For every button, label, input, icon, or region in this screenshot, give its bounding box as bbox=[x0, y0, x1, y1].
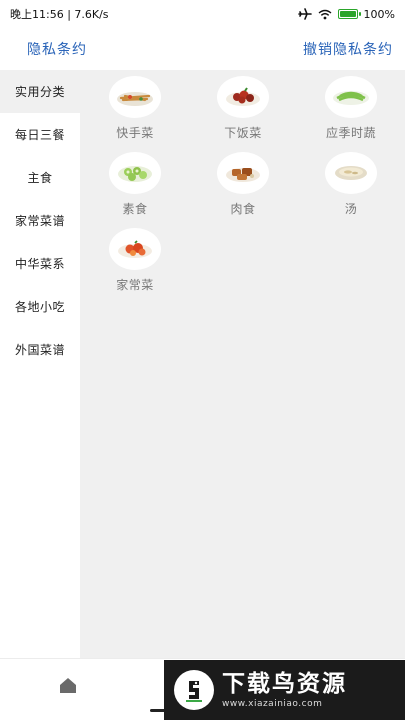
soup-bowl-icon bbox=[325, 152, 377, 194]
privacy-policy-link[interactable]: 隐私条约 bbox=[27, 39, 87, 59]
category-label: 肉食 bbox=[230, 202, 256, 216]
braised-meat-dish-icon bbox=[217, 76, 269, 118]
sidebar-item-label: 实用分类 bbox=[14, 85, 65, 99]
category-home-style[interactable]: 家常菜 bbox=[81, 228, 189, 302]
category-label: 汤 bbox=[344, 202, 358, 216]
watermark: 下载鸟资源 www.xiazainiao.com bbox=[164, 660, 405, 720]
meat-dish-icon bbox=[217, 152, 269, 194]
green-vegetable-dish-icon bbox=[325, 76, 377, 118]
sidebar-item-chinese-cuisine[interactable]: 中华菜系 bbox=[0, 242, 80, 285]
battery-icon bbox=[337, 9, 361, 19]
status-time-speed: 晚上11:56 | 7.6K/s bbox=[10, 8, 109, 21]
airplane-icon bbox=[297, 8, 312, 20]
sidebar-item-label: 主食 bbox=[27, 171, 53, 185]
sidebar-item-label: 外国菜谱 bbox=[14, 343, 65, 357]
sidebar-item-staple[interactable]: 主食 bbox=[0, 156, 80, 199]
header: 隐私条约 撤销隐私条约 bbox=[0, 28, 405, 70]
category-grid: 快手菜 下饭菜 应季时蔬 素食 肉食 汤 家常菜 bbox=[81, 76, 405, 302]
sidebar-item-label: 每日三餐 bbox=[14, 128, 65, 142]
main-area: 实用分类 每日三餐 主食 家常菜谱 中华菜系 各地小吃 外国菜谱 快手菜 下饭菜 bbox=[0, 70, 405, 658]
category-label: 应季时蔬 bbox=[325, 126, 376, 140]
category-rice-dishes[interactable]: 下饭菜 bbox=[189, 76, 297, 150]
status-icons: 100% bbox=[297, 7, 395, 21]
battery-percent: 100% bbox=[363, 7, 395, 21]
sidebar-item-foreign-recipes[interactable]: 外国菜谱 bbox=[0, 328, 80, 371]
sidebar-item-home-recipes[interactable]: 家常菜谱 bbox=[0, 199, 80, 242]
sidebar-item-label: 中华菜系 bbox=[14, 257, 65, 271]
sidebar-item-label: 各地小吃 bbox=[14, 300, 65, 314]
sidebar-item-label: 家常菜谱 bbox=[14, 214, 65, 228]
category-meat[interactable]: 肉食 bbox=[189, 152, 297, 226]
home-icon[interactable] bbox=[56, 673, 80, 697]
stir-fry-dish-icon bbox=[109, 76, 161, 118]
wifi-icon bbox=[318, 9, 332, 20]
bird-logo-icon bbox=[174, 670, 214, 710]
sidebar-item-local-snacks[interactable]: 各地小吃 bbox=[0, 285, 80, 328]
category-label: 快手菜 bbox=[116, 126, 154, 140]
watermark-url: www.xiazainiao.com bbox=[222, 699, 323, 709]
status-bar: 晚上11:56 | 7.6K/s 100% bbox=[0, 0, 405, 28]
category-label: 素食 bbox=[122, 202, 148, 216]
category-content: 快手菜 下饭菜 应季时蔬 素食 肉食 汤 家常菜 bbox=[80, 70, 405, 658]
watermark-title: 下载鸟资源 bbox=[222, 671, 347, 697]
category-soup[interactable]: 汤 bbox=[297, 152, 405, 226]
category-label: 家常菜 bbox=[116, 278, 154, 292]
home-style-dish-icon bbox=[109, 228, 161, 270]
category-quick-dishes[interactable]: 快手菜 bbox=[81, 76, 189, 150]
category-vegetarian[interactable]: 素食 bbox=[81, 152, 189, 226]
revoke-privacy-policy-link[interactable]: 撤销隐私条约 bbox=[303, 39, 393, 59]
category-label: 下饭菜 bbox=[224, 126, 262, 140]
watermark-text: 下载鸟资源 www.xiazainiao.com bbox=[222, 671, 347, 709]
cucumber-dish-icon bbox=[109, 152, 161, 194]
sidebar-item-daily-meals[interactable]: 每日三餐 bbox=[0, 113, 80, 156]
category-sidebar: 实用分类 每日三餐 主食 家常菜谱 中华菜系 各地小吃 外国菜谱 bbox=[0, 70, 80, 658]
sidebar-item-practical[interactable]: 实用分类 bbox=[0, 70, 80, 113]
category-seasonal-vegetables[interactable]: 应季时蔬 bbox=[297, 76, 405, 150]
